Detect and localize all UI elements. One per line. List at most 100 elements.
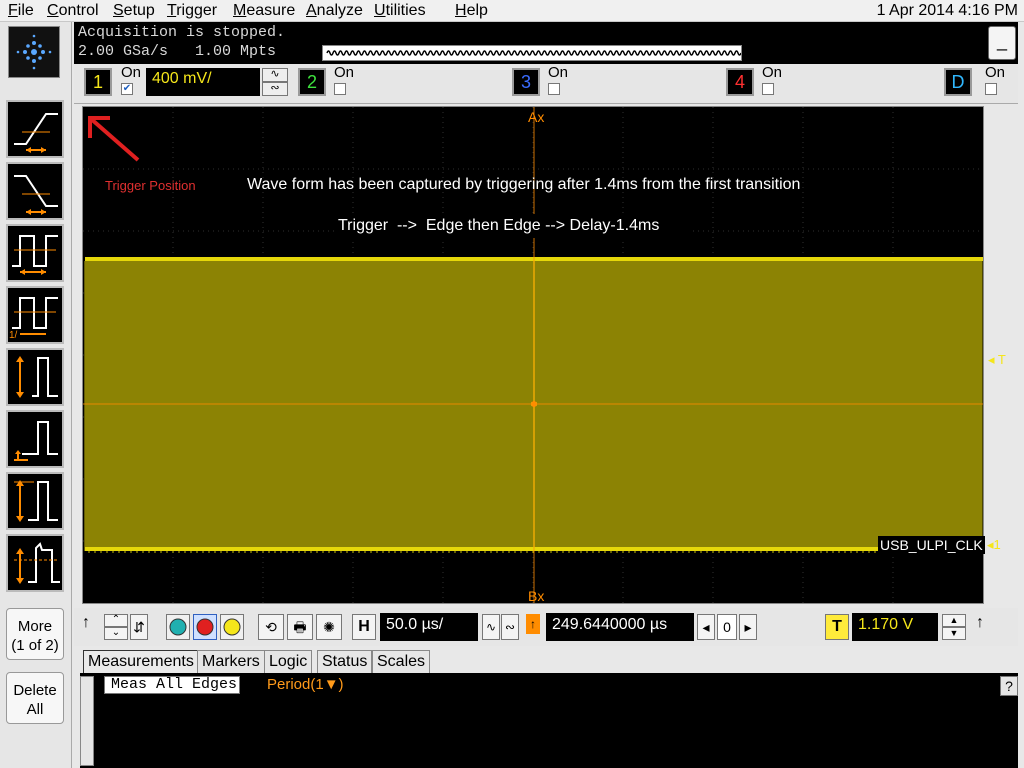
meas-all-edges-button[interactable]: Meas All Edges xyxy=(104,676,240,694)
minimum-measure-icon[interactable] xyxy=(6,410,64,468)
color-cyan-button[interactable] xyxy=(166,614,190,640)
header-frequency[interactable]: Frequency(1) xyxy=(402,676,491,693)
trigger-reference-icon[interactable]: ↑ xyxy=(526,614,540,634)
trigger-level-up-button[interactable]: ▲ xyxy=(942,614,966,627)
tab-status[interactable]: Status xyxy=(317,650,373,674)
menu-measure[interactable]: Measure xyxy=(233,2,295,20)
channel-4-on-checkbox[interactable] xyxy=(762,83,774,95)
position-zero-button[interactable]: 0 xyxy=(717,614,737,640)
channel-1-dc-coupling-button[interactable]: ∾ xyxy=(262,82,288,96)
color-red-button[interactable] xyxy=(193,614,217,640)
meas-value: 60.0360 MHz xyxy=(410,694,500,711)
menu-analyze[interactable]: Analyze xyxy=(306,2,363,20)
menu-utilities[interactable]: Utilities xyxy=(374,2,426,20)
channel-1-button[interactable]: 1 xyxy=(84,68,112,96)
position-right-button[interactable]: ▸ xyxy=(739,614,757,640)
overshoot-measure-icon[interactable] xyxy=(6,534,64,592)
meas-value: 50.0 % xyxy=(555,712,602,729)
meas-value: 60.1814 MHz xyxy=(410,748,500,765)
position-left-button[interactable]: ◂ xyxy=(697,614,715,640)
svg-text:1/: 1/ xyxy=(9,330,18,341)
channel-1-on-label: On xyxy=(121,64,142,81)
meas-value: 59.999386 MHz xyxy=(410,712,516,729)
help-button[interactable]: ? xyxy=(1000,676,1018,696)
minimize-button[interactable]: _ xyxy=(988,26,1016,60)
header-neg-width[interactable]: - width(1) xyxy=(698,676,761,693)
menu-bar: File Control Setup Trigger Measure Analy… xyxy=(0,0,1024,22)
menu-help[interactable]: Help xyxy=(455,2,488,20)
channel-3-on-checkbox[interactable] xyxy=(548,83,560,95)
trigger-level-marker-label: T xyxy=(997,352,1006,367)
meas-value: 8.3922 ns xyxy=(843,748,909,765)
tab-scales[interactable]: Scales xyxy=(372,650,431,674)
trigger-annotation-box: Trigger --> Edge then Edge --> Delay-1.4… xyxy=(336,214,692,238)
panel-expand-icon[interactable]: ↑ xyxy=(976,614,984,632)
autoscale-icon[interactable]: ⟲ xyxy=(258,614,284,640)
trigger-position-label: Trigger Position xyxy=(105,178,196,193)
more-button[interactable]: More (1 of 2) xyxy=(6,608,64,660)
ground-marker-label: 1 xyxy=(993,537,1001,552)
frequency-measure-icon[interactable]: 1/ xyxy=(6,286,64,344)
print-icon[interactable]: 🖶 xyxy=(287,614,313,640)
meas-value: 16.666848 ns xyxy=(267,712,358,729)
more-label: More xyxy=(17,618,53,635)
display-brightness-icon[interactable]: ✺ xyxy=(316,614,342,640)
menu-setup[interactable]: Setup xyxy=(113,2,155,20)
meas-value: 8.336379 ns xyxy=(698,712,781,729)
channel-1-ac-coupling-button[interactable]: ∿ xyxy=(262,68,288,82)
menu-file[interactable]: File xyxy=(8,2,34,20)
scroll-button[interactable]: ⇵ xyxy=(130,614,148,640)
meas-value: 8.2685 ns xyxy=(843,730,909,747)
horizontal-button[interactable]: H xyxy=(352,614,376,640)
tab-measurements[interactable]: Measurements xyxy=(83,650,199,674)
meas-value: 49.9 % xyxy=(555,694,602,711)
zoom-up-button[interactable]: ⌃ xyxy=(104,614,128,627)
meas-value: 8.3465 ns xyxy=(698,694,764,711)
menu-trigger[interactable]: Trigger xyxy=(167,2,217,20)
measurements-scrollbar[interactable] xyxy=(80,676,94,766)
channel-1-scale-field[interactable]: 400 mV/ xyxy=(146,68,260,96)
fall-time-measure-icon[interactable] xyxy=(6,162,64,220)
header-pos-width[interactable]: + width(1) xyxy=(843,676,909,693)
channel-3-button[interactable]: 3 xyxy=(512,68,540,96)
trigger-annotation: Trigger --> Edge then Edge --> Delay-1.4… xyxy=(338,217,660,234)
amplitude-measure-icon[interactable] xyxy=(6,472,64,530)
header-period[interactable]: Period(1▼) xyxy=(267,676,344,693)
tab-logic[interactable]: Logic xyxy=(264,650,313,674)
color-yellow-button[interactable] xyxy=(220,614,244,640)
channel-4-button[interactable]: 4 xyxy=(726,68,754,96)
time-position-field[interactable]: 249.6440000 µs xyxy=(546,613,694,641)
zoom-down-button[interactable]: ⌄ xyxy=(104,627,128,640)
acquisition-waveform-overview[interactable] xyxy=(322,45,742,61)
delete-all-button[interactable]: Delete All xyxy=(6,672,64,724)
trigger-level-down-button[interactable]: ▼ xyxy=(942,627,966,640)
time-scale-field[interactable]: 50.0 µs/ xyxy=(380,613,478,641)
period-measure-icon[interactable] xyxy=(6,224,64,282)
header-duty-cycle[interactable]: Duty cycle(1) xyxy=(545,676,633,693)
marker-ax-label[interactable]: Ax xyxy=(528,109,544,125)
channel-2-on-checkbox[interactable] xyxy=(334,83,346,95)
menu-control[interactable]: Control xyxy=(47,2,99,20)
date-time: 1 Apr 2014 4:16 PM xyxy=(876,2,1018,19)
meas-row-label: Mean xyxy=(202,712,240,729)
time-scale-increase-button[interactable]: ∾ xyxy=(501,614,519,640)
trigger-level-field[interactable]: 1.170 V xyxy=(852,613,938,641)
channel-2-button[interactable]: 2 xyxy=(298,68,326,96)
meas-value: 49.7 % xyxy=(555,730,602,747)
digital-channel-button[interactable]: D xyxy=(944,68,972,96)
rise-time-measure-icon[interactable] xyxy=(6,100,64,158)
meas-value: 8.2775 ns xyxy=(698,730,764,747)
trigger-button[interactable]: T xyxy=(825,614,849,640)
channel-1-on-checkbox[interactable]: ✔ xyxy=(121,83,133,95)
channel-1-ground-marker[interactable]: ◂1 xyxy=(987,537,1001,553)
peak-to-peak-measure-icon[interactable] xyxy=(6,348,64,406)
trigger-level-marker[interactable]: ◂ T xyxy=(988,352,1006,368)
time-scale-decrease-button[interactable]: ∿ xyxy=(482,614,500,640)
sample-rate-status: 2.00 GSa/s 1.00 Mpts xyxy=(78,43,277,60)
agilent-logo-icon[interactable] xyxy=(8,26,60,78)
tab-markers[interactable]: Markers xyxy=(197,650,265,674)
marker-bx-label[interactable]: Bx xyxy=(528,588,544,604)
cursor-up-icon[interactable]: ↑ xyxy=(82,614,90,632)
digital-channel-on-checkbox[interactable] xyxy=(985,83,997,95)
meas-value: 8.3952 ns xyxy=(698,748,764,765)
